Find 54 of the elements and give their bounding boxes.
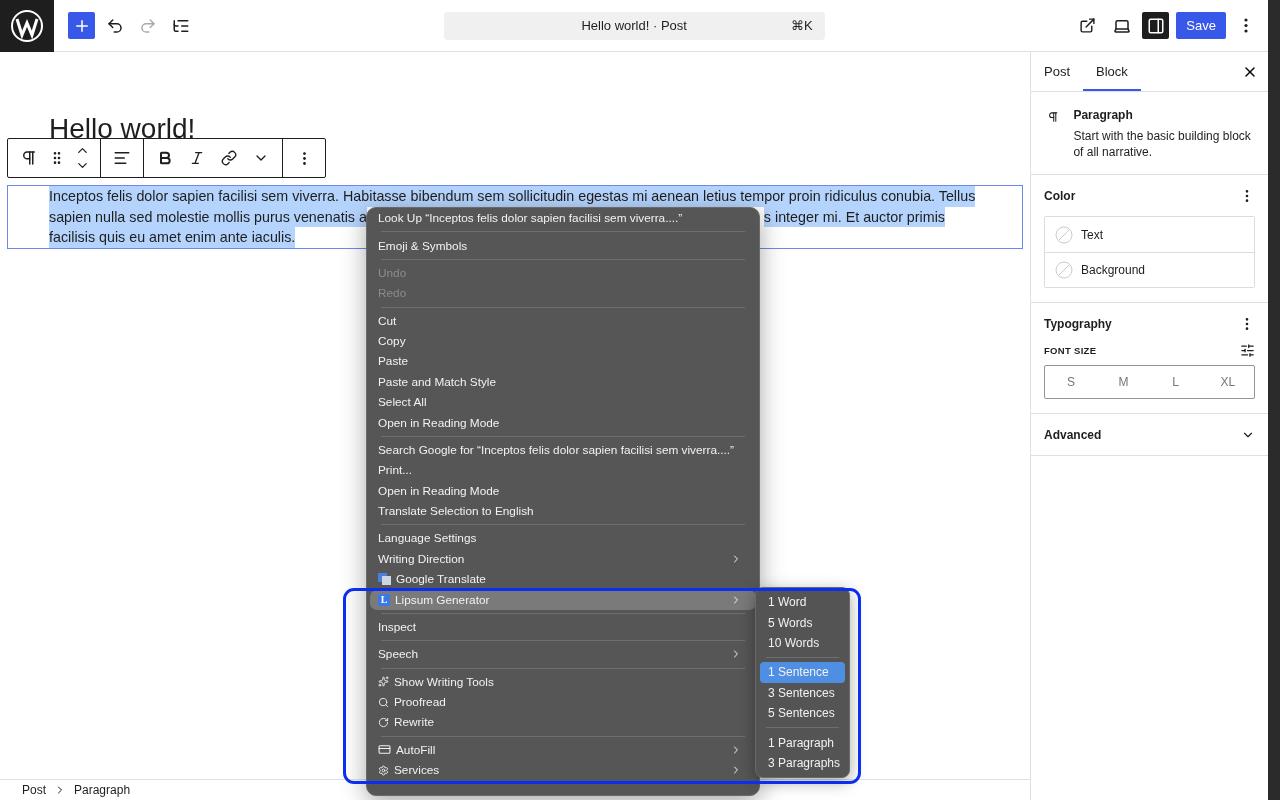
font-size-option[interactable]: L bbox=[1149, 366, 1202, 398]
menu-item[interactable]: L Lipsum Generator bbox=[372, 591, 754, 608]
font-size-label: FONT SIZE bbox=[1044, 345, 1097, 356]
menu-item[interactable]: Select All bbox=[372, 394, 754, 411]
shortcut-hint: ⌘K bbox=[791, 18, 813, 33]
menu-item[interactable]: Open in Reading Mode bbox=[372, 482, 754, 499]
font-size-option[interactable]: XL bbox=[1201, 366, 1254, 398]
menu-item[interactable]: Cut bbox=[372, 312, 754, 329]
font-size-option[interactable]: M bbox=[1097, 366, 1150, 398]
menu-item[interactable]: Google Translate bbox=[372, 571, 754, 588]
panel-title: Color bbox=[1044, 189, 1076, 203]
extension-badge: L bbox=[378, 593, 390, 606]
menu-item[interactable]: Services bbox=[372, 762, 754, 779]
document-title: Hello world! · Post bbox=[581, 18, 687, 33]
menu-item[interactable]: Rewrite bbox=[372, 714, 754, 731]
panel-title: Typography bbox=[1044, 317, 1112, 331]
menu-item[interactable]: Print... bbox=[372, 462, 754, 479]
menu-item[interactable]: Look Up “Inceptos felis dolor sapien facilisi sem viverra....” bbox=[372, 210, 754, 227]
menu-item[interactable]: Copy bbox=[372, 333, 754, 350]
font-size-option[interactable]: S bbox=[1045, 366, 1098, 398]
menu-item[interactable]: Show Writing Tools bbox=[372, 673, 754, 690]
paragraph-text: sapien nulla sed molestie mollis purus venenatis a bbox=[49, 206, 367, 227]
menu-item[interactable]: Open in Reading Mode bbox=[372, 414, 754, 431]
submenu-item[interactable]: 5 Words bbox=[760, 612, 845, 633]
post-title[interactable]: Hello world! bbox=[49, 112, 1030, 148]
menu-item[interactable]: AutoFill bbox=[372, 741, 754, 758]
paragraph-text: facilisis quis eu amet enim ante iaculis. bbox=[49, 227, 296, 248]
sidebar-tab[interactable]: Block bbox=[1083, 52, 1141, 91]
block-description: Start with the basic building block of all narrative. bbox=[1073, 128, 1252, 160]
menu-item[interactable]: Paste and Match Style bbox=[372, 373, 754, 390]
submenu-item[interactable]: 3 Paragraphs bbox=[760, 752, 845, 774]
menu-item[interactable]: Emoji & Symbols bbox=[372, 237, 754, 254]
command-bar[interactable]: Hello world! · Post ⌘K bbox=[443, 11, 825, 40]
breadcrumb-link[interactable]: Paragraph bbox=[74, 783, 131, 797]
sidebar-tab[interactable]: Post bbox=[1031, 52, 1083, 91]
breadcrumb-link[interactable]: Post bbox=[22, 783, 46, 797]
block-name: Paragraph bbox=[1073, 108, 1134, 122]
paragraph-text: Inceptos felis dolor sapien facilisi sem viverra. Habitasse bibendum sem sollicitudin egestas mi aenean letius tempor proin ridiculus conubia. Tellus bbox=[49, 186, 976, 207]
menu-item[interactable]: Writing Direction bbox=[372, 550, 754, 567]
menu-item[interactable]: Inspect bbox=[372, 618, 754, 635]
menu-item[interactable]: Search Google for “Inceptos felis dolor sapien facilisi sem viverra....” bbox=[372, 441, 754, 458]
save-button[interactable]: Save bbox=[1176, 12, 1226, 39]
menu-item[interactable]: Proofread bbox=[372, 694, 754, 711]
submenu-item[interactable]: 3 Sentences bbox=[760, 682, 845, 703]
menu-item[interactable]: Speech bbox=[372, 646, 754, 663]
submenu-item[interactable]: 1 Paragraph bbox=[760, 732, 845, 753]
submenu-item[interactable]: 5 Sentences bbox=[760, 702, 845, 724]
menu-item[interactable]: Language Settings bbox=[372, 530, 754, 547]
menu-item[interactable]: Paste bbox=[372, 353, 754, 370]
submenu-item[interactable]: 10 Words bbox=[760, 632, 845, 654]
color-option[interactable]: Background bbox=[1045, 252, 1254, 287]
paragraph-text: s integer mi. Et auctor primis bbox=[763, 206, 945, 227]
submenu-item[interactable]: 1 Word bbox=[760, 592, 845, 613]
menu-item[interactable]: Translate Selection to English bbox=[372, 503, 754, 520]
